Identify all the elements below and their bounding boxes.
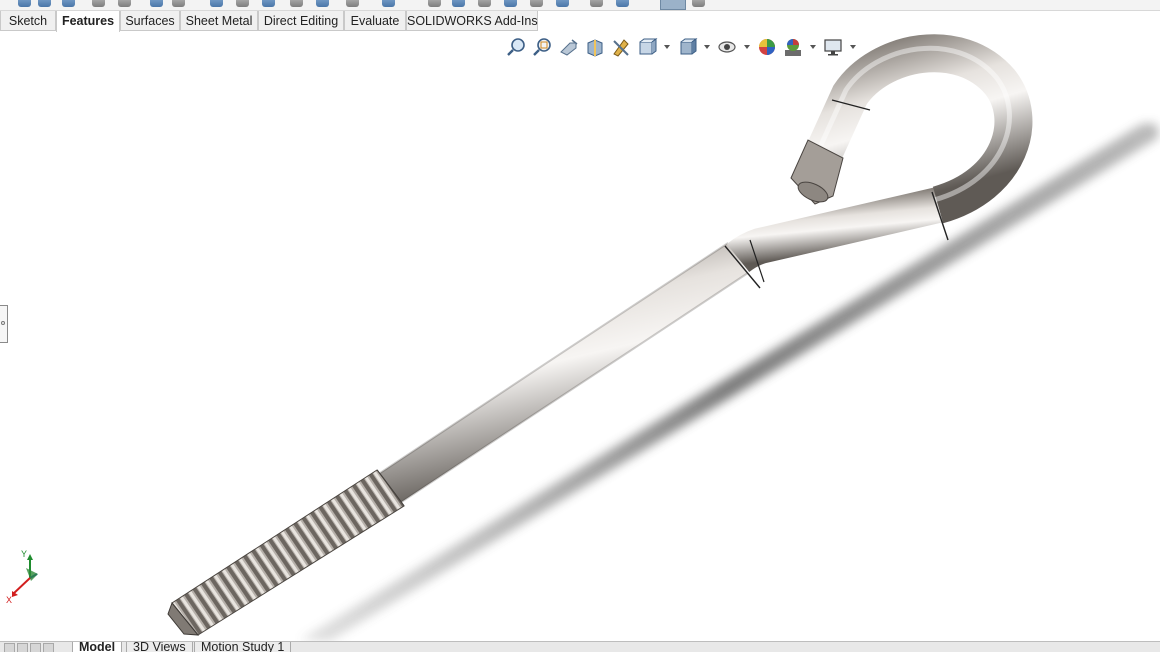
zoom-to-area-icon[interactable] [532,36,554,58]
view-orientation-icon[interactable] [636,36,658,58]
tab-surfaces[interactable]: Surfaces [120,11,180,31]
y-axis-label: Y [21,549,27,559]
toolbar-icon[interactable] [316,0,329,7]
toolbar-toggle-selected[interactable] [660,0,686,10]
edit-appearance-icon[interactable] [756,36,778,58]
toolbar-icon[interactable] [92,0,105,7]
toolbar-icon[interactable] [38,0,51,7]
toolbar-icon[interactable] [150,0,163,7]
model-view[interactable] [0,32,1160,642]
featuremanager-flyout-handle[interactable] [0,305,8,343]
tab-evaluate[interactable]: Evaluate [344,11,406,31]
toolbar-icon[interactable] [452,0,465,7]
toolbar-icon[interactable] [556,0,569,7]
reference-triad: Y X [4,548,44,606]
eye-bolt-bend [726,187,943,273]
toolbar-icon[interactable] [18,0,31,7]
toolbar-icon[interactable] [590,0,603,7]
command-manager-tabs: Sketch Features Surfaces Sheet Metal Dir… [0,11,1160,32]
chevron-down-icon[interactable] [810,45,816,49]
toolbar-icon[interactable] [382,0,395,7]
toolbar-icon[interactable] [428,0,441,7]
tab-features[interactable]: Features [56,11,120,32]
toolbar-icon[interactable] [692,0,705,7]
x-axis-label: X [6,595,12,605]
chevron-down-icon[interactable] [704,45,710,49]
standard-toolbar-strip [0,0,1160,11]
toolbar-icon[interactable] [118,0,131,7]
display-style-icon[interactable] [676,36,698,58]
view-settings-icon[interactable] [822,36,844,58]
eye-bolt-hook [807,34,1033,224]
tab-solidworks-add-ins[interactable]: SOLIDWORKS Add-Ins [406,11,538,31]
toolbar-icon[interactable] [504,0,517,7]
toolbar-icon[interactable] [262,0,275,7]
section-view-icon[interactable] [584,36,606,58]
bottom-tab-bar: Model 3D Views Motion Study 1 [0,641,1160,652]
toolbar-icon[interactable] [530,0,543,7]
heads-up-view-toolbar [0,36,1160,60]
toolbar-icon[interactable] [236,0,249,7]
chevron-down-icon[interactable] [664,45,670,49]
tab-direct-editing[interactable]: Direct Editing [258,11,344,31]
previous-view-icon[interactable] [558,36,580,58]
tab-sheet-metal[interactable]: Sheet Metal [180,11,258,31]
toolbar-icon[interactable] [346,0,359,7]
chevron-down-icon[interactable] [850,45,856,49]
toolbar-icon[interactable] [210,0,223,7]
toolbar-icon[interactable] [616,0,629,7]
toolbar-icon[interactable] [62,0,75,7]
part-shadow [300,123,1159,642]
tab-sketch[interactable]: Sketch [0,11,56,31]
dynamic-annotation-views-icon[interactable] [610,36,632,58]
hide-show-items-icon[interactable] [716,36,738,58]
graphics-area[interactable] [0,32,1160,642]
apply-scene-icon[interactable] [782,36,804,58]
zoom-to-fit-icon[interactable] [506,36,528,58]
chevron-down-icon[interactable] [744,45,750,49]
toolbar-icon[interactable] [172,0,185,7]
toolbar-icon[interactable] [290,0,303,7]
toolbar-icon[interactable] [478,0,491,7]
